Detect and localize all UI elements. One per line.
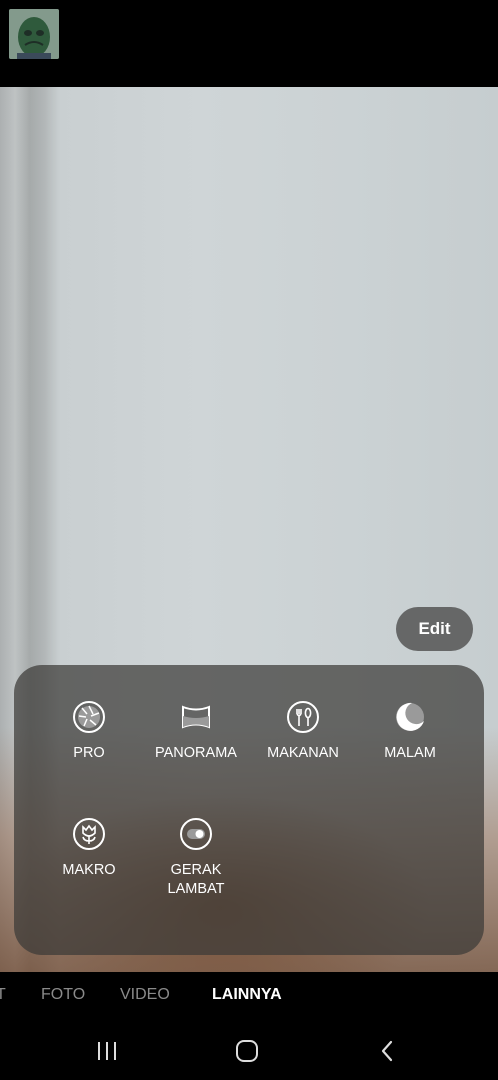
mode-label: PRO: [73, 745, 105, 761]
top-bar: [0, 0, 498, 87]
home-icon: [236, 1040, 258, 1062]
recent-apps-icon: [98, 1042, 116, 1060]
gallery-thumbnail[interactable]: [9, 9, 59, 59]
tab-lainnya[interactable]: LAINNYA: [212, 986, 282, 1004]
system-nav-bar: [0, 1020, 498, 1080]
food-icon: [287, 701, 319, 733]
moon-icon: [396, 702, 424, 731]
mode-makanan[interactable]: MAKANAN: [248, 700, 358, 763]
more-modes-panel: PRO PANORAMA MAKANAN MALAM MAKRO GERAK L…: [14, 665, 484, 955]
mode-label: GERAK LAMBAT: [167, 862, 225, 897]
thumbnail-image: [9, 9, 59, 59]
mode-label: MAKANAN: [267, 745, 339, 761]
recent-apps-button[interactable]: [92, 1036, 122, 1066]
aperture-icon: [73, 701, 105, 733]
tab-foto[interactable]: FOTO: [41, 986, 85, 1004]
mode-panorama[interactable]: PANORAMA: [141, 700, 251, 763]
camera-mode-tabs: T FOTO VIDEO LAINNYA: [0, 972, 498, 1020]
mode-label: PANORAMA: [155, 745, 237, 761]
tab-video[interactable]: VIDEO: [120, 986, 170, 1004]
mode-gerak-lambat[interactable]: GERAK LAMBAT: [141, 817, 251, 899]
panorama-icon: [182, 705, 210, 729]
mode-makro[interactable]: MAKRO: [34, 817, 144, 880]
slow-motion-icon: [180, 818, 212, 850]
mode-malam[interactable]: MALAM: [355, 700, 465, 763]
back-button[interactable]: [372, 1036, 402, 1066]
mode-label: MAKRO: [62, 862, 116, 878]
home-button[interactable]: [232, 1036, 262, 1066]
tab-portrait[interactable]: T: [0, 986, 6, 1004]
back-icon: [381, 1040, 393, 1062]
flower-icon: [73, 818, 105, 850]
mode-pro[interactable]: PRO: [34, 700, 144, 763]
mode-label: MALAM: [384, 745, 436, 761]
edit-button[interactable]: Edit: [396, 607, 473, 651]
